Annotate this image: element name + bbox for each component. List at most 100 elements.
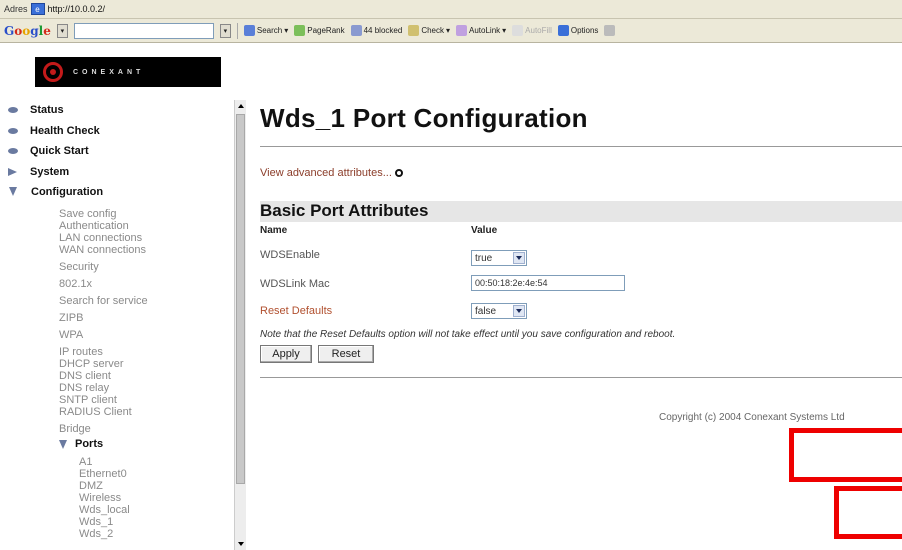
sidebar-scrollbar[interactable] [234,100,246,550]
popup-blocker-icon [350,25,362,36]
bullet-icon [8,127,18,134]
sidebar-item-configuration[interactable]: Configuration [0,182,234,201]
options-button[interactable]: Options [557,25,598,36]
port-link-a1[interactable]: A1 [79,456,234,468]
wdslink-mac-input[interactable]: 00:50:18:2e:4e:54 [471,275,625,291]
sidebar-link-ip-routes[interactable]: IP routes [59,346,234,358]
main-content: Wds_1 Port Configuration View advanced a… [258,100,902,550]
sidebar-link-save-config[interactable]: Save config [59,208,234,220]
sidebar-item-label: Ports [75,438,104,450]
wdslink-mac-label: WDSLink Mac [260,278,330,290]
sidebar-link-radius-client[interactable]: RADIUS Client [59,406,234,418]
sidebar-link-802-1x[interactable]: 802.1x [59,278,234,290]
options-icon [557,25,569,36]
address-label: Adres [4,4,28,14]
autolink-icon [456,25,468,36]
search-button[interactable]: Search ▾ [243,25,288,36]
bullet-icon [8,107,18,113]
google-logo[interactable]: Google [4,24,51,38]
sidebar-link-wan-connections[interactable]: WAN connections [59,244,234,256]
search-icon [243,25,255,36]
ports-submenu: A1 Ethernet0 DMZ Wireless Wds_local Wds_… [0,456,234,540]
sidebar-link-dns-relay[interactable]: DNS relay [59,382,234,394]
reset-button[interactable]: Reset [318,345,374,363]
arrow-right-icon [8,167,17,176]
view-advanced-attributes-link[interactable]: View advanced attributes... [260,167,403,179]
sidebar-link-wpa[interactable]: WPA [59,329,234,341]
sidebar-item-label: Quick Start [30,145,89,157]
logo-text: CONEXANT [73,68,145,76]
address-bar: Adres e http://10.0.0.2/ [0,0,902,19]
sidebar-item-label: Health Check [30,124,100,137]
popup-blocker-button[interactable]: 44 blocked [350,25,402,36]
page-title: Wds_1 Port Configuration [260,103,588,133]
chevron-down-icon[interactable] [513,252,525,264]
autofill-button[interactable]: AutoFill [512,25,552,36]
sidebar-link-authentication[interactable]: Authentication [59,220,234,232]
autofill-icon [512,25,524,36]
column-header-name: Name [260,225,288,236]
port-link-dmz[interactable]: DMZ [79,480,234,492]
toolbar-divider [236,22,238,39]
section-title: Basic Port Attributes [260,201,429,220]
column-header-value: Value [471,225,498,236]
pencil-icon[interactable] [604,25,616,36]
advanced-arrow-icon [394,169,403,177]
spell-check-icon [408,25,420,36]
port-link-wds-1[interactable]: Wds_1 [79,516,234,528]
scroll-up-icon[interactable] [235,100,246,112]
google-search-dropdown-icon[interactable]: ▾ [219,23,231,38]
pagerank-button[interactable]: PageRank [294,25,345,36]
autolink-button[interactable]: AutoLink ▾ [456,25,506,36]
sidebar-item-system[interactable]: System [0,161,234,182]
page-icon: e [30,3,45,15]
sidebar-item-ports[interactable]: Ports [0,437,234,451]
reset-defaults-select[interactable]: false [471,303,527,319]
conexant-logo: CONEXANT [35,57,221,87]
apply-button[interactable]: Apply [260,345,312,363]
copyright-text: Copyright (c) 2004 Conexant Systems Ltd [659,412,845,423]
sidebar-link-bridge[interactable]: Bridge [59,423,234,435]
scrollbar-thumb[interactable] [236,114,245,484]
annotation-box [834,486,902,539]
pagerank-icon [294,25,306,36]
google-toolbar: Google ▾ ▾ Search ▾ PageRank 44 blocked … [0,19,902,43]
sidebar-link-sntp-client[interactable]: SNTP client [59,394,234,406]
port-link-wireless[interactable]: Wireless [79,492,234,504]
sidebar-item-label: Status [30,104,64,116]
google-search-input[interactable] [73,22,214,39]
title-divider [260,146,902,147]
port-link-wds-2[interactable]: Wds_2 [79,528,234,540]
reset-defaults-label: Reset Defaults [260,305,333,317]
wdsenable-label: WDSEnable [260,249,320,261]
sidebar-item-status[interactable]: Status [0,100,234,120]
chevron-down-icon[interactable] [513,305,525,317]
sidebar-link-dhcp-server[interactable]: DHCP server [59,358,234,370]
sidebar-nav: Status Health Check Quick Start System C… [0,100,234,540]
port-link-wds-local[interactable]: Wds_local [79,504,234,516]
configuration-submenu: Save config Authentication LAN connectio… [0,208,234,435]
sidebar-link-search-for-service[interactable]: Search for service [59,295,234,307]
url-field[interactable]: http://10.0.0.2/ [48,4,106,14]
scroll-down-icon[interactable] [235,538,246,550]
spell-check-button[interactable]: Check ▾ [408,25,450,36]
conexant-logo-mark-icon [43,62,63,82]
arrow-down-icon [59,439,67,449]
form-divider [260,377,902,378]
bullet-icon [8,148,18,154]
advanced-link-label: View advanced attributes... [260,167,392,179]
sidebar-link-dns-client[interactable]: DNS client [59,370,234,382]
wdsenable-value: true [475,252,493,264]
sidebar-item-label: Configuration [31,185,104,198]
google-menu-dropdown-icon[interactable]: ▾ [56,23,68,38]
sidebar-link-zipb[interactable]: ZIPB [59,312,234,324]
port-link-ethernet0[interactable]: Ethernet0 [79,468,234,480]
arrow-down-icon [9,187,17,196]
annotation-box [789,428,902,482]
sidebar-item-quick-start[interactable]: Quick Start [0,141,234,161]
wdsenable-select[interactable]: true [471,250,527,266]
sidebar-link-lan-connections[interactable]: LAN connections [59,232,234,244]
sidebar-item-label: System [30,165,70,178]
sidebar-link-security[interactable]: Security [59,261,234,273]
sidebar-item-health-check[interactable]: Health Check [0,120,234,141]
